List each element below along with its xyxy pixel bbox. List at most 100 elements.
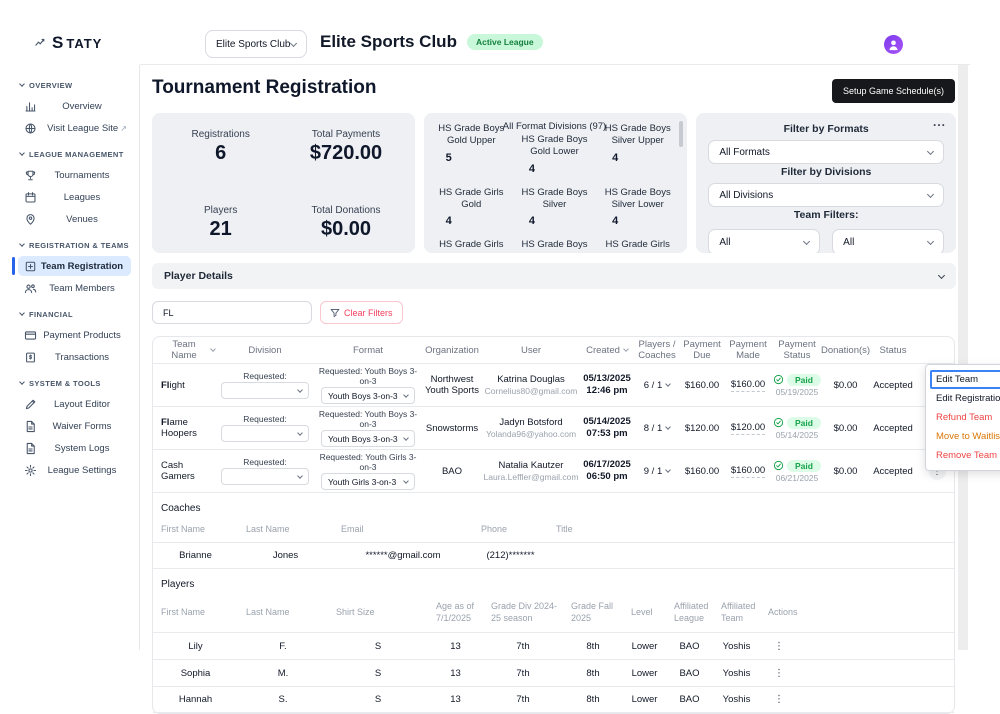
sidebar-section-overview[interactable]: OVERVIEW bbox=[20, 78, 131, 92]
created-cell: 05/13/202512:46 pm bbox=[579, 373, 635, 398]
sidebar-item-waiver-forms[interactable]: Waiver Forms bbox=[18, 416, 131, 436]
chevron-down-icon[interactable] bbox=[665, 424, 671, 430]
sidebar-item-league-settings[interactable]: League Settings bbox=[18, 460, 131, 480]
search-input[interactable] bbox=[152, 301, 312, 324]
team-name: Flame Hoopers bbox=[153, 417, 215, 439]
sidebar-section-financial[interactable]: FINANCIAL bbox=[20, 307, 131, 321]
chevron-down-icon bbox=[927, 237, 934, 244]
sort-icon[interactable] bbox=[623, 346, 629, 352]
division-cell: HS Grade Girls Silver bbox=[600, 239, 675, 253]
sidebar-item-venues[interactable]: Venues bbox=[18, 209, 131, 229]
payment-due-cell: $160.00 bbox=[679, 380, 725, 391]
division-cell: HS Grade Boys Silver Upper 4 bbox=[600, 123, 675, 175]
players-header: First Name Last Name Shirt Size Age as o… bbox=[153, 598, 954, 632]
trendline-icon bbox=[34, 36, 50, 50]
division-cell: Requested: bbox=[215, 457, 315, 485]
players-coaches-cell: 8 / 1 bbox=[635, 423, 679, 434]
sidebar-section-registration-teams[interactable]: REGISTRATION & TEAMS bbox=[20, 238, 131, 252]
divisions-select[interactable]: All Divisions bbox=[708, 183, 944, 207]
teams-table-header: Team Name Division Format Organization U… bbox=[153, 337, 954, 363]
document-icon bbox=[24, 442, 37, 455]
team-name: Cash Gamers bbox=[153, 460, 215, 482]
more-options-icon[interactable]: ... bbox=[933, 115, 946, 129]
formats-select[interactable]: All Formats bbox=[708, 140, 944, 164]
division-cell: Requested: bbox=[215, 371, 315, 399]
col-status: Status bbox=[868, 345, 918, 356]
sidebar-item-payment-products[interactable]: Payment Products bbox=[18, 325, 131, 345]
format-select[interactable]: Youth Girls 3-on-3 bbox=[321, 473, 415, 490]
format-select[interactable]: Youth Boys 3-on-3 bbox=[321, 430, 415, 447]
payment-made-cell: $160.00 bbox=[725, 379, 771, 392]
sidebar-item-overview[interactable]: Overview bbox=[18, 96, 131, 116]
sidebar-item-visit-league-site[interactable]: Visit League Site ↗ bbox=[18, 118, 131, 138]
format-cell: Requested: Youth Girls 3-on-3 Youth Girl… bbox=[315, 452, 421, 490]
division-select[interactable] bbox=[221, 382, 309, 399]
chevron-down-icon[interactable] bbox=[665, 467, 671, 473]
filters-card: ... Filter by Formats All Formats Filter… bbox=[696, 113, 956, 253]
chevron-down-icon bbox=[19, 379, 25, 385]
player-details-toggle[interactable]: Player Details bbox=[152, 263, 956, 289]
table-row: Flight Requested: Requested: Youth Boys … bbox=[153, 363, 954, 406]
staty-logo: S TATY bbox=[34, 33, 102, 53]
player-row: LilyF. S13 7th8th LowerBAO Yoshis ⋮ bbox=[153, 632, 954, 659]
format-select[interactable]: Youth Boys 3-on-3 bbox=[321, 387, 415, 404]
sidebar-section-league-management[interactable]: LEAGUE MANAGEMENT bbox=[20, 147, 131, 161]
status-cell: Accepted bbox=[868, 423, 918, 434]
donations-cell: $0.00 bbox=[823, 423, 868, 434]
col-payment-made: Payment Made bbox=[725, 339, 771, 361]
menu-item-refund-team[interactable]: Refund Team bbox=[930, 408, 1000, 427]
chevron-down-icon bbox=[297, 430, 303, 436]
sidebar-item-tournaments[interactable]: Tournaments bbox=[18, 165, 131, 185]
chevron-down-icon bbox=[19, 310, 25, 316]
sidebar-item-team-registration[interactable]: Team Registration bbox=[18, 256, 131, 276]
sidebar-section-system-tools[interactable]: SYSTEM & TOOLS bbox=[20, 376, 131, 390]
stat-total-donations: Total Donations $0.00 bbox=[283, 205, 408, 241]
funnel-icon bbox=[330, 308, 340, 318]
chevron-down-icon[interactable] bbox=[665, 381, 671, 387]
page-scrollbar[interactable] bbox=[958, 65, 968, 650]
team-filter-1-select[interactable]: All bbox=[708, 229, 820, 253]
team-filters-label: Team Filters: bbox=[708, 209, 944, 221]
coaches-header: First Name Last Name Email Phone Title bbox=[153, 522, 954, 542]
player-menu-button[interactable]: ⋮ bbox=[774, 668, 784, 679]
clear-filters-button[interactable]: Clear Filters bbox=[320, 301, 403, 324]
sidebar-item-layout-editor[interactable]: Layout Editor bbox=[18, 394, 131, 414]
club-selector-dropdown[interactable]: Elite Sports Club bbox=[205, 30, 307, 58]
user-cell: Katrina Douglas Cornelius80@gmail.com bbox=[483, 374, 579, 396]
check-circle-icon bbox=[773, 417, 784, 428]
chevron-down-icon bbox=[927, 147, 934, 154]
division-cell: HS Grade Girls Silver bbox=[434, 239, 509, 253]
division-select[interactable] bbox=[221, 468, 309, 485]
team-filter-2-select[interactable]: All bbox=[832, 229, 944, 253]
menu-item-edit-team[interactable]: Edit Team bbox=[930, 370, 1000, 389]
sidebar-item-system-logs[interactable]: System Logs bbox=[18, 438, 131, 458]
format-divisions-card: All Format Divisions (97) HS Grade Boys … bbox=[424, 113, 688, 253]
table-row: Flame Hoopers Requested: Requested: Yout… bbox=[153, 406, 954, 449]
coach-row: Brianne Jones ******@gmail.com (212)****… bbox=[153, 542, 954, 569]
col-donations: Donation(s) bbox=[823, 345, 868, 356]
sidebar-item-transactions[interactable]: Transactions bbox=[18, 347, 131, 367]
menu-item-move-to-waitlist[interactable]: Move to Waitlist bbox=[930, 427, 1000, 446]
player-menu-button[interactable]: ⋮ bbox=[774, 694, 784, 705]
payment-status-cell: Paid 05/14/2025 bbox=[771, 417, 823, 440]
table-row: Cash Gamers Requested: Requested: Youth … bbox=[153, 449, 954, 492]
logo-text-rest: TATY bbox=[66, 36, 102, 51]
chevron-down-icon bbox=[19, 150, 25, 156]
menu-item-remove-team[interactable]: Remove Team bbox=[930, 446, 1000, 465]
sidebar-item-leagues[interactable]: Leagues bbox=[18, 187, 131, 207]
col-created: Created bbox=[579, 345, 635, 356]
divisions-scrollbar[interactable] bbox=[679, 121, 683, 147]
document-icon bbox=[24, 420, 37, 433]
club-selector-value: Elite Sports Club bbox=[216, 39, 290, 50]
chevron-down-icon bbox=[19, 81, 25, 87]
player-menu-button[interactable]: ⋮ bbox=[774, 641, 784, 652]
sidebar-item-team-members[interactable]: Team Members bbox=[18, 278, 131, 298]
menu-item-edit-registration[interactable]: Edit Registration bbox=[930, 389, 1000, 408]
logo-text-initial: S bbox=[52, 33, 64, 53]
user-avatar[interactable] bbox=[884, 35, 903, 54]
setup-game-schedules-button[interactable]: Setup Game Schedule(s) bbox=[832, 79, 955, 103]
division-select[interactable] bbox=[221, 425, 309, 442]
people-icon bbox=[24, 282, 37, 295]
status-cell: Accepted bbox=[868, 380, 918, 391]
col-organization: Organization bbox=[421, 345, 483, 356]
